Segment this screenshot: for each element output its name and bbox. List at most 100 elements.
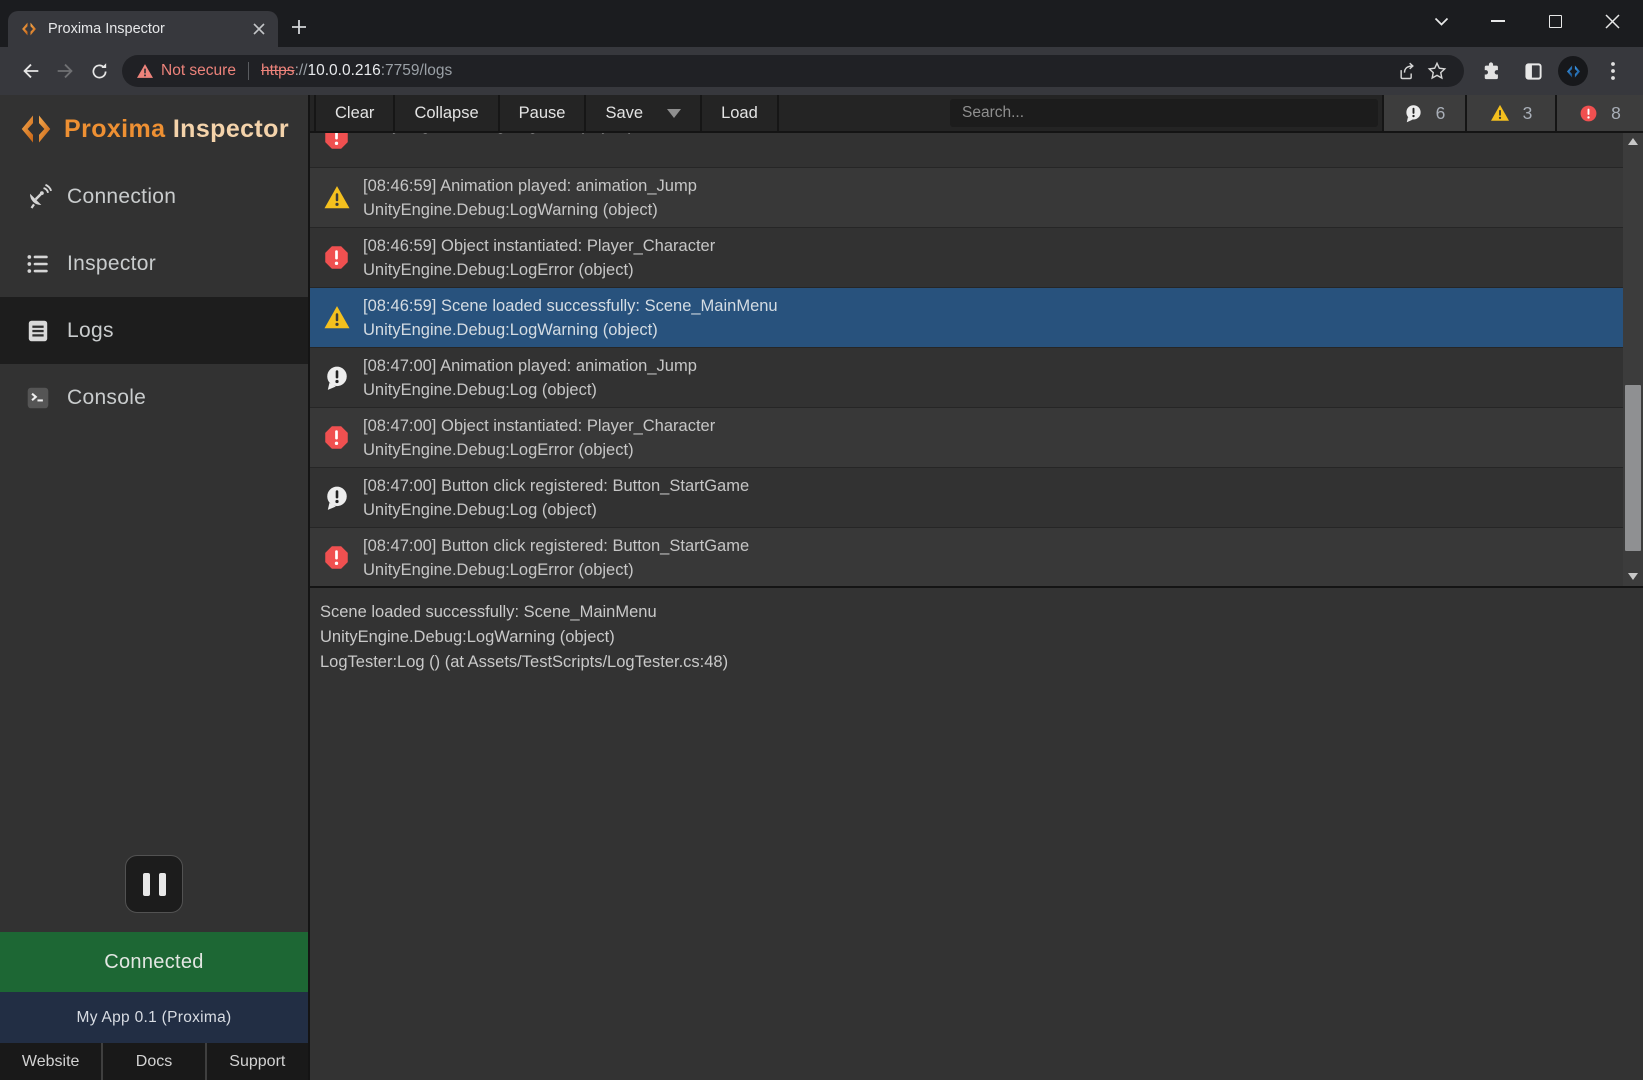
log-stack: UnityEngine.Debug:LogError (object) <box>363 438 715 462</box>
log-detail-panel: Scene loaded successfully: Scene_MainMen… <box>310 586 1643 1080</box>
log-entry[interactable]: [08:47:00] Animation played: animation_J… <box>310 347 1623 407</box>
scroll-up-arrow-icon[interactable] <box>1623 133 1643 149</box>
browser-action-icons <box>1474 54 1630 88</box>
log-stack: UnityEngine.Debug:LogWarning (object) <box>363 318 778 342</box>
collapse-button[interactable]: Collapse <box>395 95 499 131</box>
extensions-puzzle-icon[interactable] <box>1474 54 1508 88</box>
clear-button[interactable]: Clear <box>314 95 395 131</box>
app-name-text: My App 0.1 (Proxima) <box>76 1009 231 1027</box>
log-message: [08:46:59] Scene loaded successfully: Sc… <box>363 294 778 318</box>
warning-icon <box>1490 104 1510 122</box>
browser-navbar: Not secure https://10.0.0.216:7759/logs <box>0 47 1643 95</box>
info-icon <box>310 348 363 407</box>
proxima-logo-icon <box>18 111 54 147</box>
document-lines-icon <box>22 318 54 344</box>
sidebar-item-logs[interactable]: Logs <box>0 297 308 364</box>
browser-tab[interactable]: Proxima Inspector <box>8 11 278 47</box>
new-tab-button[interactable] <box>286 14 312 40</box>
log-stack: UnityEngine.Debug:LogWarning (object) <box>363 198 697 222</box>
log-entry[interactable]: [08:47:00] Button click registered: Butt… <box>310 467 1623 527</box>
search-input[interactable] <box>950 99 1378 127</box>
log-message: [08:46:59] Animation played: animation_J… <box>363 174 697 198</box>
log-entry[interactable]: [08:46:59] Object instantiated: Player_C… <box>310 227 1623 287</box>
log-entry[interactable]: [08:47:00] Object instantiated: Player_C… <box>310 407 1623 467</box>
log-entry[interactable]: [08:46:59] Scene loaded successfully: Sc… <box>310 287 1623 347</box>
sidebar-item-label: Connection <box>67 185 176 209</box>
log-list: UnityEngine.Debug:LogError (object)[08:4… <box>310 133 1623 586</box>
log-entry[interactable]: [08:46:59] Animation played: animation_J… <box>310 167 1623 227</box>
logs-toolbar: Clear Collapse Pause Save Load 6 <box>310 95 1643 133</box>
side-panel-icon[interactable] <box>1516 54 1550 88</box>
log-entry[interactable]: [08:47:00] Button click registered: Butt… <box>310 527 1623 586</box>
log-message: [08:46:59] Object instantiated: Player_C… <box>363 234 715 258</box>
pause-icon <box>143 873 150 896</box>
detail-message: Scene loaded successfully: Scene_MainMen… <box>320 600 1643 625</box>
detail-stack-line: UnityEngine.Debug:LogWarning (object) <box>320 625 1643 650</box>
pause-stream-button[interactable] <box>125 855 183 913</box>
window-controls <box>1426 6 1627 36</box>
warning-icon <box>310 288 363 347</box>
info-count-badge[interactable]: 6 <box>1382 95 1465 131</box>
reload-icon[interactable] <box>82 54 116 88</box>
log-count-badges: 6 3 <box>1382 95 1643 131</box>
bookmark-star-icon[interactable] <box>1422 56 1452 86</box>
sidebar-item-connection[interactable]: Connection <box>0 163 308 230</box>
warning-count-badge[interactable]: 3 <box>1465 95 1555 131</box>
log-entry[interactable]: UnityEngine.Debug:LogError (object) <box>310 133 1623 167</box>
tab-title: Proxima Inspector <box>48 21 250 37</box>
log-message: [08:47:00] Object instantiated: Player_C… <box>363 414 715 438</box>
log-stack: UnityEngine.Debug:Log (object) <box>363 378 697 402</box>
support-link[interactable]: Support <box>207 1043 308 1080</box>
app-logo: Proxima Inspector <box>0 95 308 163</box>
forward-icon[interactable] <box>48 54 82 88</box>
back-icon[interactable] <box>14 54 48 88</box>
save-button[interactable]: Save <box>586 95 702 131</box>
log-message: [08:47:00] Button click registered: Butt… <box>363 474 749 498</box>
connection-status-banner: Connected <box>0 932 308 992</box>
error-icon <box>1579 104 1598 123</box>
terminal-icon <box>22 385 54 411</box>
error-icon <box>310 133 363 167</box>
pause-button[interactable]: Pause <box>500 95 587 131</box>
log-stack: UnityEngine.Debug:LogError (object) <box>363 558 749 582</box>
sidebar-footer: Website Docs Support <box>0 1043 308 1080</box>
not-secure-warning-icon <box>136 63 154 79</box>
log-message: [08:47:00] Animation played: animation_J… <box>363 354 697 378</box>
error-icon <box>310 528 363 586</box>
address-bar[interactable]: Not secure https://10.0.0.216:7759/logs <box>122 55 1464 87</box>
info-icon <box>310 468 363 527</box>
save-dropdown-caret-icon[interactable] <box>667 109 681 118</box>
error-count-badge[interactable]: 8 <box>1555 95 1643 131</box>
load-button[interactable]: Load <box>702 95 779 131</box>
omnibox-divider <box>248 62 249 80</box>
sidebar-item-inspector[interactable]: Inspector <box>0 230 308 297</box>
minimize-button[interactable] <box>1483 6 1513 36</box>
browser-menu-kebab-icon[interactable] <box>1596 54 1630 88</box>
proxima-extension-icon[interactable] <box>1558 56 1588 86</box>
docs-link[interactable]: Docs <box>103 1043 206 1080</box>
website-link[interactable]: Website <box>0 1043 103 1080</box>
info-icon <box>1404 104 1423 123</box>
maximize-button[interactable] <box>1540 6 1570 36</box>
sidebar-item-label: Inspector <box>67 252 156 276</box>
sidebar-item-label: Logs <box>67 319 114 343</box>
tab-search-chevron-icon[interactable] <box>1426 6 1456 36</box>
url-text: https://10.0.0.216:7759/logs <box>261 62 452 80</box>
sidebar-item-console[interactable]: Console <box>0 364 308 431</box>
log-list-viewport: UnityEngine.Debug:LogError (object)[08:4… <box>310 133 1643 586</box>
connection-status-text: Connected <box>104 951 203 974</box>
scrollbar-thumb[interactable] <box>1625 385 1641 551</box>
log-message: [08:47:00] Button click registered: Butt… <box>363 534 749 558</box>
tab-close-icon[interactable] <box>250 20 268 38</box>
tab-strip: Proxima Inspector <box>0 0 1643 47</box>
log-stack: UnityEngine.Debug:LogError (object) <box>363 133 634 137</box>
log-scrollbar[interactable] <box>1623 133 1643 586</box>
not-secure-label: Not secure <box>161 62 236 80</box>
app-name-banner: My App 0.1 (Proxima) <box>0 992 308 1043</box>
satellite-icon <box>22 183 54 210</box>
scroll-down-arrow-icon[interactable] <box>1623 568 1643 584</box>
close-window-button[interactable] <box>1597 6 1627 36</box>
proxima-favicon-icon <box>20 20 38 38</box>
error-icon <box>310 228 363 287</box>
share-icon[interactable] <box>1392 56 1422 86</box>
